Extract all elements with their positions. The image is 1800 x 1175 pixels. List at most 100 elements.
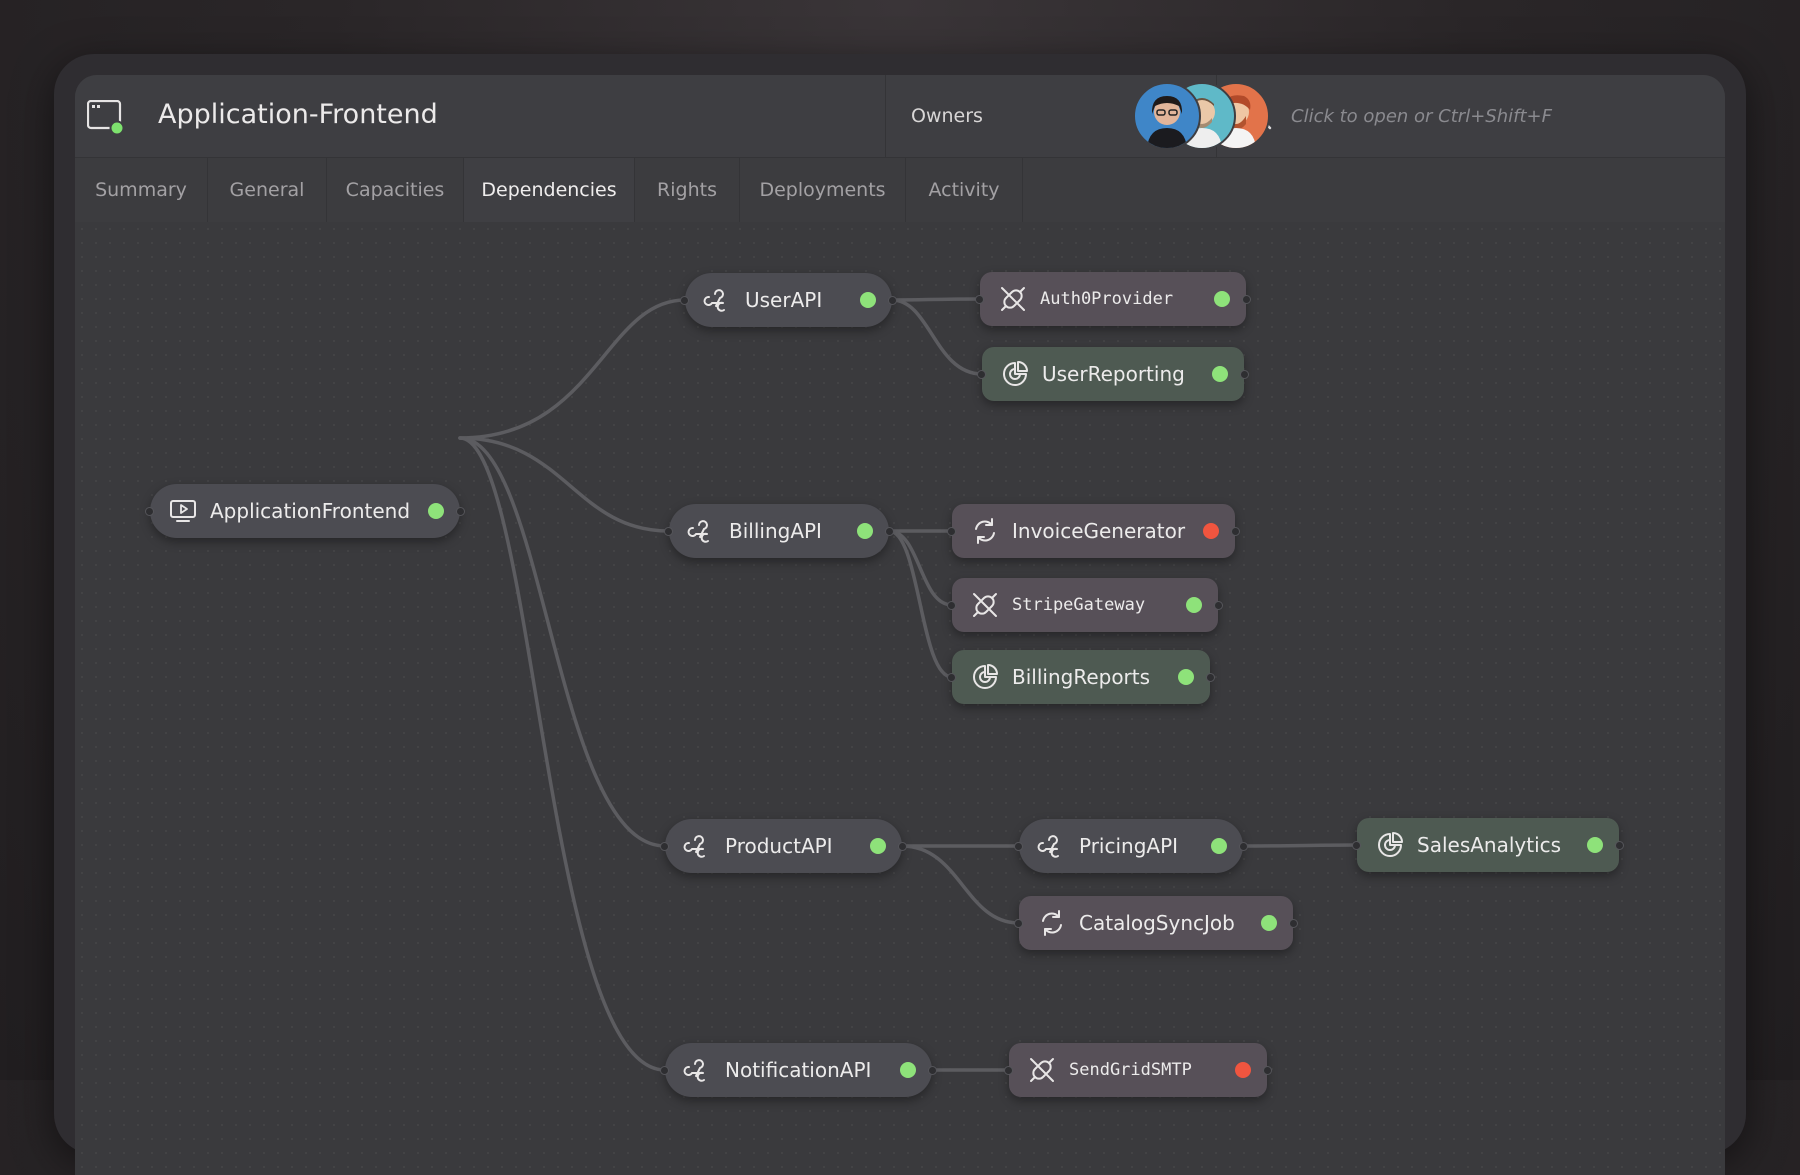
node-user-reporting[interactable]: UserReporting <box>977 347 1249 401</box>
node-invoice-generator[interactable]: InvoiceGenerator <box>947 504 1240 558</box>
input-port[interactable] <box>660 842 669 851</box>
output-port[interactable] <box>898 842 907 851</box>
tab-bar: Summary General Capacities Dependencies … <box>75 158 1725 222</box>
output-port[interactable] <box>1289 919 1298 928</box>
edge-userapi-userreporting <box>890 298 984 376</box>
edge-billingapi-stripe <box>887 529 954 607</box>
refresh-icon <box>1042 910 1062 936</box>
input-port[interactable] <box>975 295 984 304</box>
node-label: UserAPI <box>745 288 823 312</box>
input-port[interactable] <box>145 507 154 516</box>
node-label: BillingReports <box>1012 665 1151 689</box>
node-auth0-provider[interactable]: Auth0Provider <box>975 272 1251 326</box>
node-label: UserReporting <box>1042 362 1185 386</box>
owners-section: Owners <box>885 75 1270 157</box>
input-port[interactable] <box>1014 919 1023 928</box>
input-port[interactable] <box>947 601 956 610</box>
tab-general[interactable]: General <box>208 158 327 222</box>
unplug-icon <box>1030 1058 1054 1082</box>
input-port[interactable] <box>680 296 689 305</box>
output-port[interactable] <box>1214 601 1223 610</box>
node-label: ProductAPI <box>725 834 833 858</box>
output-port[interactable] <box>1242 295 1251 304</box>
node-catalog-sync-job[interactable]: CatalogSyncJob <box>1014 896 1298 950</box>
edge-userapi-auth0 <box>890 297 982 302</box>
node-label: NotificationAPI <box>725 1058 872 1082</box>
edge-frontend-userapi <box>458 298 687 440</box>
tab-rights[interactable]: Rights <box>635 158 740 222</box>
status-ok-dot <box>428 503 444 519</box>
edge-frontend-productapi <box>458 436 667 848</box>
analytics-icon <box>1003 361 1028 386</box>
node-pricing-api[interactable]: PricingAPI <box>1014 819 1248 873</box>
node-sales-analytics[interactable]: SalesAnalytics <box>1352 818 1624 872</box>
node-notification-api[interactable]: NotificationAPI <box>660 1043 937 1097</box>
dependency-graph-canvas[interactable]: ApplicationFrontend UserAPI Auth0Provide… <box>75 222 1725 1175</box>
webhook-icon <box>683 1059 705 1082</box>
node-application-frontend[interactable]: ApplicationFrontend <box>145 484 465 538</box>
status-ok-dot <box>1211 838 1227 854</box>
app-window: Application-Frontend Owners Click to ope… <box>75 75 1725 1175</box>
app-logo-icon <box>87 100 125 134</box>
webhook-icon <box>703 289 725 312</box>
output-port[interactable] <box>456 507 465 516</box>
analytics-icon <box>973 664 998 689</box>
status-ok-dot <box>860 292 876 308</box>
input-port[interactable] <box>1014 842 1023 851</box>
output-port[interactable] <box>885 527 894 536</box>
input-port[interactable] <box>947 673 956 682</box>
node-label: SalesAnalytics <box>1417 833 1562 857</box>
node-sendgrid-smtp[interactable]: SendGridSMTP <box>1004 1043 1272 1097</box>
status-ok-dot <box>870 838 886 854</box>
search-box[interactable]: Click to open or Ctrl+Shift+F <box>1216 75 1725 157</box>
webhook-icon <box>683 835 705 858</box>
output-port[interactable] <box>928 1066 937 1075</box>
owner-avatar-1[interactable] <box>1133 82 1201 150</box>
tab-dependencies[interactable]: Dependencies <box>464 158 635 222</box>
edge-pricingapi-salesanalytics <box>1241 843 1359 848</box>
node-user-api[interactable]: UserAPI <box>680 273 897 327</box>
input-port[interactable] <box>1352 841 1361 850</box>
input-port[interactable] <box>660 1066 669 1075</box>
unplug-icon <box>973 593 997 617</box>
input-port[interactable] <box>947 527 956 536</box>
node-label: StripeGateway <box>1012 595 1146 615</box>
tab-capacities[interactable]: Capacities <box>327 158 464 222</box>
output-port[interactable] <box>1263 1066 1272 1075</box>
status-ok-dot <box>1212 366 1228 382</box>
node-product-api[interactable]: ProductAPI <box>660 819 907 873</box>
node-billing-reports[interactable]: BillingReports <box>947 650 1215 704</box>
tab-summary[interactable]: Summary <box>75 158 208 222</box>
dependency-edges <box>458 297 1359 1072</box>
tab-deployments[interactable]: Deployments <box>740 158 906 222</box>
output-port[interactable] <box>1239 842 1248 851</box>
node-billing-api[interactable]: BillingAPI <box>664 504 894 558</box>
output-port[interactable] <box>1615 841 1624 850</box>
analytics-icon <box>1378 832 1403 857</box>
webhook-icon <box>687 520 709 543</box>
tab-activity[interactable]: Activity <box>906 158 1023 222</box>
node-stripe-gateway[interactable]: StripeGateway <box>947 578 1223 632</box>
status-error-dot <box>1203 523 1219 539</box>
status-ok-dot <box>1186 597 1202 613</box>
input-port[interactable] <box>977 370 986 379</box>
refresh-icon <box>975 518 995 544</box>
webhook-icon <box>1037 835 1059 858</box>
monitor-play-icon <box>170 500 196 522</box>
input-port[interactable] <box>664 527 673 536</box>
output-port[interactable] <box>1231 527 1240 536</box>
status-ok-dot <box>900 1062 916 1078</box>
node-label: ApplicationFrontend <box>210 499 411 523</box>
header-bar: Application-Frontend Owners Click to ope… <box>75 75 1725 158</box>
edge-productapi-catalogsync <box>900 844 1021 925</box>
output-port[interactable] <box>888 296 897 305</box>
node-label: PricingAPI <box>1079 834 1179 858</box>
status-error-dot <box>1235 1062 1251 1078</box>
output-port[interactable] <box>1240 370 1249 379</box>
node-label: InvoiceGenerator <box>1012 519 1186 543</box>
app-title: Application-Frontend <box>158 99 438 130</box>
edge-frontend-notificationapi <box>458 436 667 1072</box>
status-ok-dot <box>857 523 873 539</box>
output-port[interactable] <box>1206 673 1215 682</box>
input-port[interactable] <box>1004 1066 1013 1075</box>
